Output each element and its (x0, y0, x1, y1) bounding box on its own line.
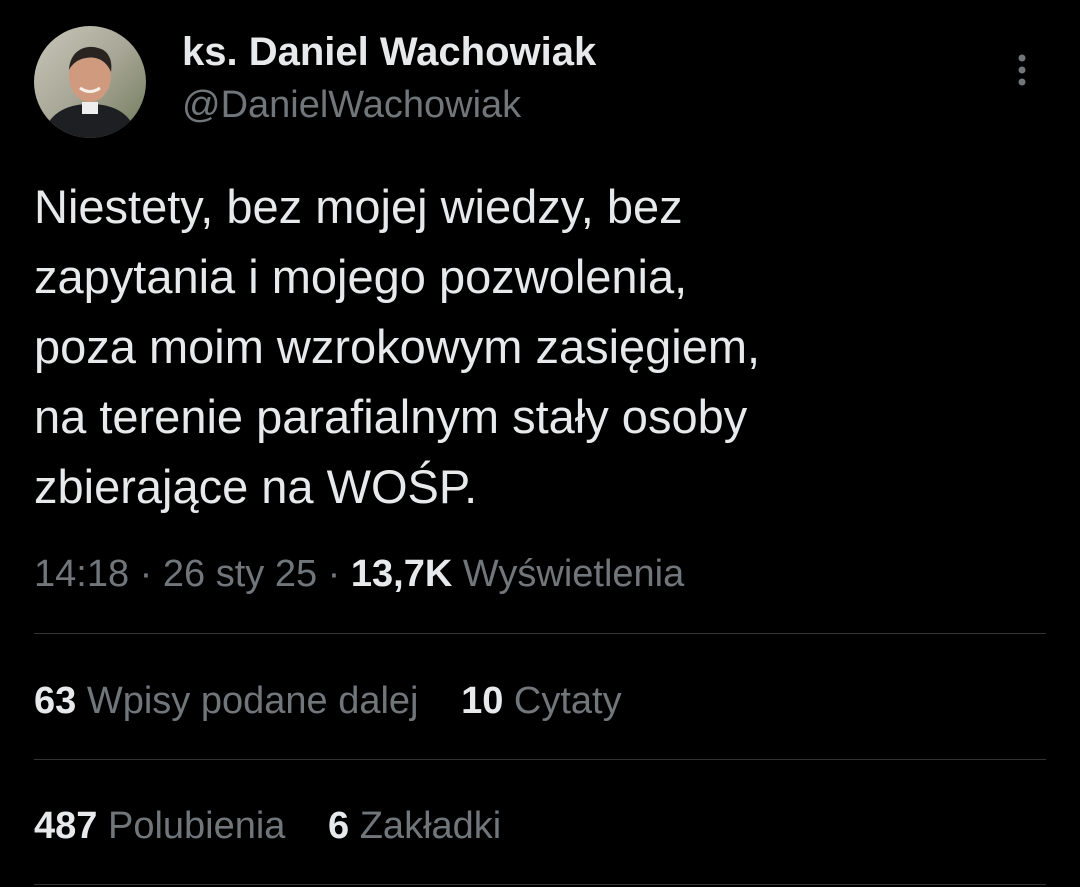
tweet-header: ks. Daniel Wachowiak @DanielWachowiak (34, 26, 1046, 138)
display-name[interactable]: ks. Daniel Wachowiak (182, 28, 596, 76)
more-options-button[interactable] (1002, 48, 1042, 96)
tweet-text-line: Niestety, bez mojej wiedzy, bez (34, 180, 683, 233)
tweet-text-line: zbierające na WOŚP. (34, 460, 478, 513)
tweet-text-line: zapytania i mojego pozwolenia, (34, 250, 688, 303)
more-vertical-icon (1018, 54, 1026, 86)
bookmarks-stat[interactable]: 6 Zakładki (328, 802, 501, 850)
stats-row-reposts: 63 Wpisy podane dalej 10 Cytaty (34, 677, 654, 725)
reposts-label: Wpisy podane dalej (86, 680, 419, 722)
bookmarks-count: 6 (328, 805, 350, 847)
meta-separator: · (139, 553, 153, 595)
likes-label: Polubienia (107, 805, 286, 847)
views-label[interactable]: Wyświetlenia (463, 553, 684, 595)
divider (34, 759, 1046, 760)
tweet-time[interactable]: 14:18 (34, 553, 129, 595)
likes-count: 487 (34, 805, 98, 847)
quotes-stat[interactable]: 10 Cytaty (461, 677, 622, 725)
likes-stat[interactable]: 487 Polubienia (34, 802, 285, 850)
divider (34, 633, 1046, 634)
author-names: ks. Daniel Wachowiak @DanielWachowiak (182, 28, 596, 129)
avatar-photo-icon (34, 26, 146, 138)
user-handle[interactable]: @DanielWachowiak (182, 81, 596, 129)
tweet-date[interactable]: 26 sty 25 (163, 553, 317, 595)
bookmarks-label: Zakładki (359, 805, 502, 847)
quotes-label: Cytaty (513, 680, 622, 722)
meta-separator: · (327, 553, 341, 595)
reposts-count: 63 (34, 680, 77, 722)
views-count[interactable]: 13,7K (351, 553, 452, 595)
reposts-stat[interactable]: 63 Wpisy podane dalej (34, 677, 419, 725)
tweet-meta: 14:18 · 26 sty 25 · 13,7K Wyświetlenia (34, 550, 684, 598)
tweet-text-line: poza moim wzrokowym zasięgiem, (34, 320, 761, 373)
avatar[interactable] (34, 26, 146, 138)
stats-row-likes: 487 Polubienia 6 Zakładki (34, 802, 533, 850)
quotes-count: 10 (461, 680, 504, 722)
tweet-text: Niestety, bez mojej wiedzy, bez zapytani… (34, 172, 1034, 522)
divider (34, 884, 1046, 885)
tweet-text-line: na terenie parafialnym stały osoby (34, 390, 748, 443)
